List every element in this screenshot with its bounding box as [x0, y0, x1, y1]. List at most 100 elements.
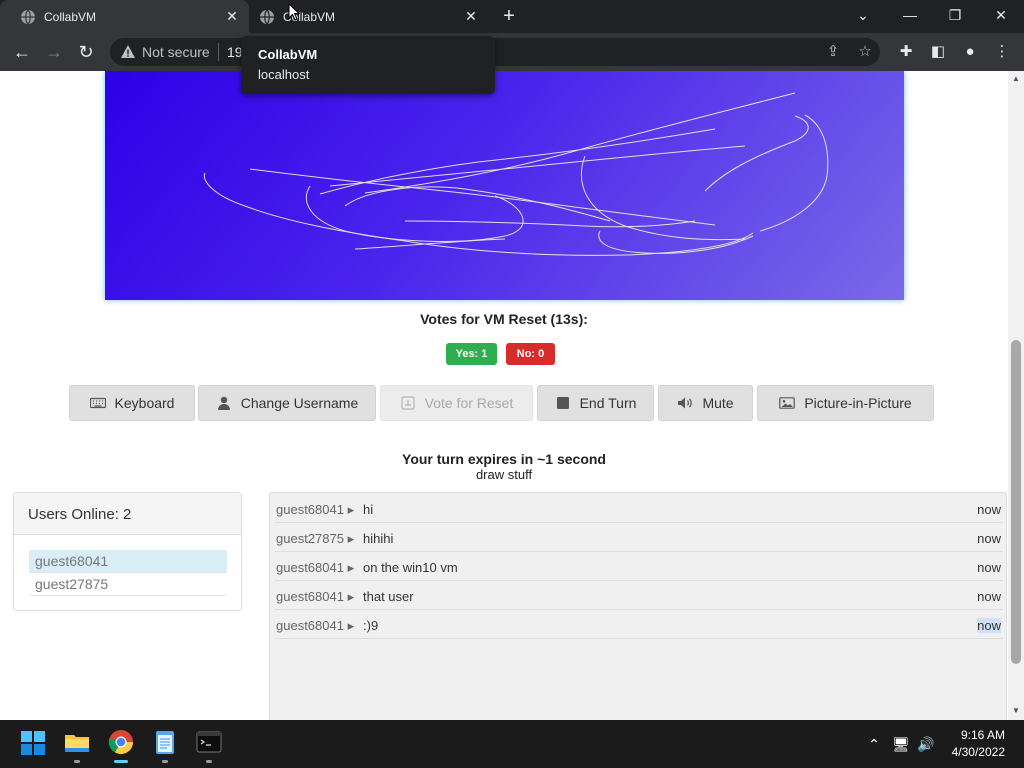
- chat-message: guest68041 ▸ :)9 now: [275, 610, 1003, 639]
- reload-icon[interactable]: ↻: [74, 40, 98, 64]
- security-label[interactable]: Not secure: [142, 44, 210, 60]
- users-online-panel: Users Online: 2 guest68041 guest27875: [13, 492, 242, 611]
- menu-icon[interactable]: ⋮: [992, 42, 1012, 62]
- chat-timestamp: now: [977, 502, 1001, 517]
- vote-for-reset-button[interactable]: Vote for Reset: [380, 385, 533, 421]
- tab-collabvm-1[interactable]: CollabVM ✕: [0, 0, 249, 33]
- stop-icon: [556, 397, 569, 409]
- windows-taskbar: ⌃ 🖥 🔊: [0, 720, 1024, 768]
- chat-timestamp: now: [977, 589, 1001, 604]
- running-indicator: [114, 760, 128, 763]
- warning-icon: [121, 45, 135, 58]
- address-bar[interactable]: Not secure 19 ⇪ ☆: [110, 38, 880, 66]
- page-scrollbar[interactable]: ▲ ▼: [1008, 71, 1024, 720]
- tab-hover-card: CollabVM localhost: [241, 36, 495, 94]
- chat-panel: guest68041 ▸ hi now guest27875 ▸ hihihi …: [269, 492, 1007, 720]
- restore-icon[interactable]: ❐: [943, 4, 967, 26]
- keyboard-icon: [89, 397, 106, 409]
- mute-label: Mute: [702, 395, 734, 411]
- chat-message: guest68041 ▸ hi now: [275, 494, 1003, 523]
- mouse-cursor-icon: [288, 3, 300, 21]
- chat-text: hihihi: [363, 531, 394, 546]
- taskbar-notepad[interactable]: [149, 726, 181, 763]
- browser-toolbar: ← → ↻ Not secure 19 ⇪ ☆ ✚ ◧ ● ⋮: [0, 33, 1024, 71]
- divider: [218, 43, 219, 61]
- taskbar-file-explorer[interactable]: [61, 726, 93, 763]
- mute-button[interactable]: Mute: [658, 385, 753, 421]
- end-turn-button[interactable]: End Turn: [537, 385, 654, 421]
- turn-note: draw stuff: [475, 467, 533, 482]
- minimize-icon[interactable]: —: [898, 4, 922, 26]
- scrollbar-thumb[interactable]: [1011, 340, 1021, 664]
- end-turn-label: End Turn: [579, 395, 637, 411]
- terminal-icon: [196, 731, 222, 753]
- show-hidden-icons-icon[interactable]: ⌃: [865, 735, 883, 753]
- extensions-icon[interactable]: ✚: [896, 42, 916, 62]
- volume-icon: [678, 397, 693, 409]
- network-icon[interactable]: 🖥: [892, 735, 910, 753]
- scroll-up-icon[interactable]: ▲: [1012, 74, 1020, 83]
- chat-username[interactable]: guest68041 ▸: [276, 618, 354, 634]
- vote-no-badge[interactable]: No: 0: [506, 343, 555, 365]
- new-tab-icon[interactable]: +: [499, 6, 519, 26]
- tab-title: CollabVM: [44, 9, 97, 24]
- hover-card-host: localhost: [258, 67, 310, 82]
- image-icon: [779, 397, 796, 409]
- chat-text: :)9: [363, 618, 379, 633]
- vm-display[interactable]: [105, 71, 904, 300]
- chat-message: guest68041 ▸ on the win10 vm now: [275, 552, 1003, 581]
- vote-reset-title: Votes for VM Reset (13s):: [420, 311, 588, 327]
- scroll-down-icon[interactable]: ▼: [1012, 706, 1020, 715]
- chat-text: that user: [363, 589, 414, 604]
- tab-collabvm-2[interactable]: CollabVM ✕: [239, 0, 488, 33]
- users-online-header: Users Online: 2: [14, 493, 241, 535]
- volume-tray-icon[interactable]: 🔊: [917, 735, 935, 753]
- chat-message: guest27875 ▸ hihihi now: [275, 523, 1003, 552]
- chat-timestamp: now: [977, 618, 1001, 633]
- running-indicator: [206, 760, 212, 763]
- taskbar-date[interactable]: 4/30/2022: [943, 745, 1005, 759]
- user-icon: [217, 396, 230, 410]
- vote-reset-icon: [401, 396, 415, 410]
- running-indicator: [74, 760, 80, 763]
- change-username-label: Change Username: [240, 395, 359, 411]
- close-icon[interactable]: ✕: [225, 9, 239, 23]
- vote-for-reset-label: Vote for Reset: [424, 395, 514, 411]
- close-icon[interactable]: ✕: [464, 9, 478, 23]
- chat-text: hi: [363, 502, 374, 517]
- chrome-icon: [108, 730, 133, 755]
- change-username-button[interactable]: Change Username: [198, 385, 376, 421]
- forward-icon[interactable]: →: [42, 40, 66, 64]
- globe-icon: [21, 9, 35, 24]
- vote-yes-badge[interactable]: Yes: 1: [446, 343, 497, 365]
- tab-strip: CollabVM ✕ CollabVM ✕ + ⌄ — ❐ ✕: [0, 0, 1024, 33]
- tab-search-icon[interactable]: ⌄: [851, 4, 875, 26]
- chat-text: on the win10 vm: [363, 560, 458, 575]
- keyboard-label: Keyboard: [114, 395, 175, 411]
- user-list-item[interactable]: guest27875: [29, 573, 227, 596]
- collabvm-page: Votes for VM Reset (13s): Yes: 1 No: 0 K…: [0, 71, 1008, 720]
- profile-icon[interactable]: ●: [960, 42, 980, 62]
- chat-username[interactable]: guest27875 ▸: [276, 531, 354, 547]
- share-icon[interactable]: ⇪: [824, 43, 842, 61]
- chat-username[interactable]: guest68041 ▸: [276, 560, 354, 576]
- picture-in-picture-label: Picture-in-Picture: [804, 395, 912, 411]
- chat-username[interactable]: guest68041 ▸: [276, 589, 354, 605]
- back-icon[interactable]: ←: [10, 40, 34, 64]
- taskbar-terminal[interactable]: [193, 726, 225, 763]
- keyboard-button[interactable]: Keyboard: [69, 385, 195, 421]
- hover-card-title: CollabVM: [258, 47, 318, 62]
- taskbar-chrome[interactable]: [105, 726, 137, 763]
- vm-drawing: [203, 92, 829, 256]
- chat-timestamp: now: [977, 531, 1001, 546]
- start-button[interactable]: [17, 726, 49, 760]
- start-icon: [21, 731, 45, 755]
- picture-in-picture-button[interactable]: Picture-in-Picture: [757, 385, 934, 421]
- bookmark-star-icon[interactable]: ☆: [856, 43, 874, 61]
- chat-username[interactable]: guest68041 ▸: [276, 502, 354, 518]
- side-panel-icon[interactable]: ◧: [928, 42, 948, 62]
- taskbar-time[interactable]: 9:16 AM: [955, 728, 1005, 742]
- window-close-icon[interactable]: ✕: [989, 4, 1013, 26]
- globe-icon: [260, 9, 274, 24]
- user-list-item[interactable]: guest68041: [29, 550, 227, 573]
